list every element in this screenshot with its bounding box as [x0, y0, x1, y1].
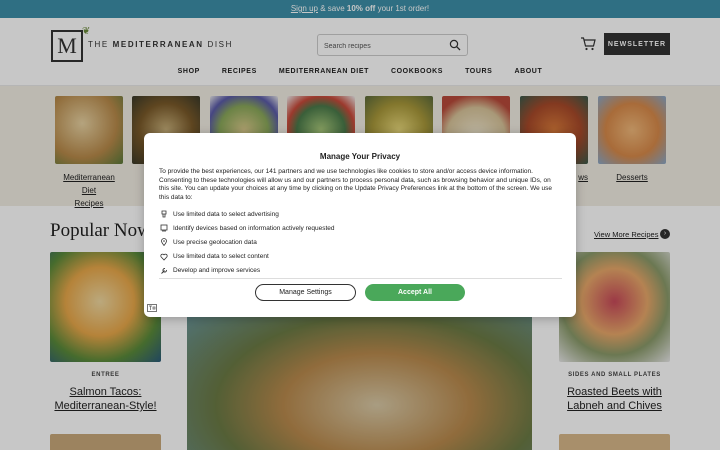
heart-icon — [159, 252, 168, 261]
purpose-item: Identify devices based on information ac… — [159, 221, 562, 235]
accept-all-button[interactable]: Accept All — [365, 284, 465, 301]
purpose-item: Develop and improve services — [159, 264, 562, 278]
device-icon — [159, 224, 168, 233]
ad-icon — [159, 210, 168, 219]
purpose-item: Use limited data to select content — [159, 250, 562, 264]
dialog-divider — [159, 278, 562, 279]
purpose-list: Use limited data to select advertising I… — [159, 207, 562, 278]
manage-settings-button[interactable]: Manage Settings — [255, 284, 356, 301]
privacy-body: To provide the best experiences, our 141… — [159, 168, 552, 201]
purpose-item: Use limited data to select advertising — [159, 207, 562, 221]
language-icon[interactable] — [147, 304, 157, 312]
privacy-title: Manage Your Privacy — [319, 152, 401, 161]
wrench-icon — [159, 266, 168, 275]
purpose-item: Use precise geolocation data — [159, 235, 562, 249]
privacy-dialog: Manage Your Privacy To provide the best … — [144, 133, 576, 317]
location-pin-icon — [159, 238, 168, 247]
